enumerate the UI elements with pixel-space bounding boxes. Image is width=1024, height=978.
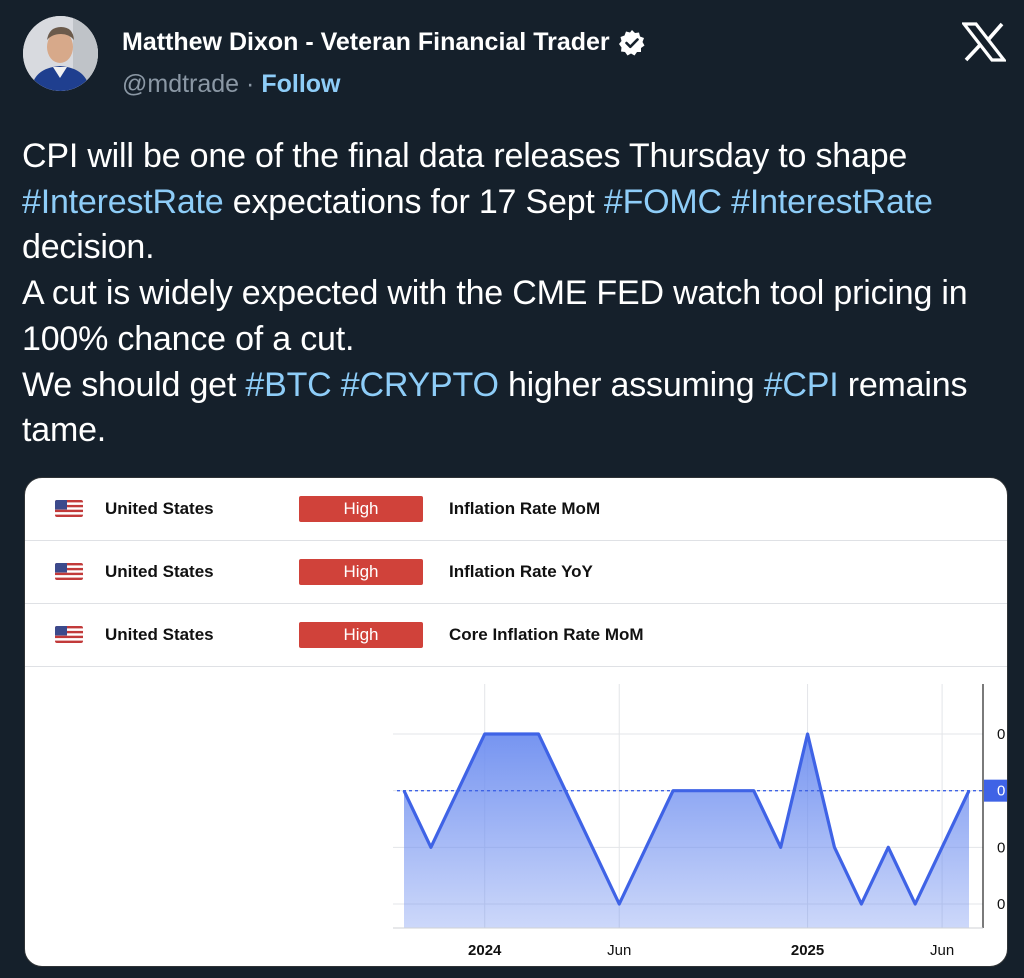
x-tick-label: 2024 [468, 942, 502, 959]
hashtag-link[interactable]: #InterestRate [22, 183, 224, 221]
x-tick-label: 2025 [791, 942, 824, 959]
tweet-text-segment: higher assuming [498, 365, 764, 404]
area-fill [404, 734, 969, 928]
y-tick-label: 0 [997, 726, 1005, 743]
hashtag-link[interactable]: #InterestRate [731, 183, 933, 221]
inflation-chart: 000002024Jun2025Jun [393, 684, 1007, 959]
handle-row: @mdtrade · Follow [122, 70, 340, 99]
user-handle[interactable]: @mdtrade [122, 70, 239, 98]
hashtag-link[interactable]: #CRYPTO [341, 366, 499, 404]
tweet-text-segment [332, 366, 341, 404]
x-logo-icon[interactable] [960, 22, 1008, 62]
separator-dot: · [246, 70, 255, 98]
follow-button[interactable]: Follow [261, 70, 340, 98]
hashtag-link[interactable]: #CPI [764, 366, 839, 404]
display-name[interactable]: Matthew Dixon - Veteran Financial Trader [122, 28, 646, 57]
hashtag-link[interactable]: #FOMC [604, 183, 722, 221]
tweet-text-segment: expectations for 17 Sept [223, 182, 604, 221]
tweet-text-segment: A cut is widely expected with the CME FE… [22, 274, 968, 358]
tweet-text-segment: We should get [22, 365, 246, 404]
avatar[interactable] [23, 16, 98, 91]
tweet-text-segment: CPI will be one of the final data releas… [22, 137, 908, 175]
chart-area-layer [397, 732, 983, 928]
chart-card[interactable]: United States High Inflation Rate MoM Unite… [24, 477, 1008, 967]
tweet-text-segment: decision. [22, 228, 155, 267]
tweet-text: CPI will be one of the final data releas… [22, 134, 1012, 454]
y-tick-label: 0 [997, 839, 1005, 856]
display-name-text[interactable]: Matthew Dixon - Veteran Financial Trader [122, 28, 610, 57]
current-value-label: 0 [997, 783, 1005, 800]
verified-badge-icon [618, 29, 646, 57]
x-tick-label: Jun [930, 942, 954, 959]
hashtag-link[interactable]: #BTC [245, 366, 331, 404]
x-tick-label: Jun [607, 942, 631, 959]
y-tick-label: 0 [997, 896, 1005, 913]
tweet-text-segment [722, 183, 731, 221]
